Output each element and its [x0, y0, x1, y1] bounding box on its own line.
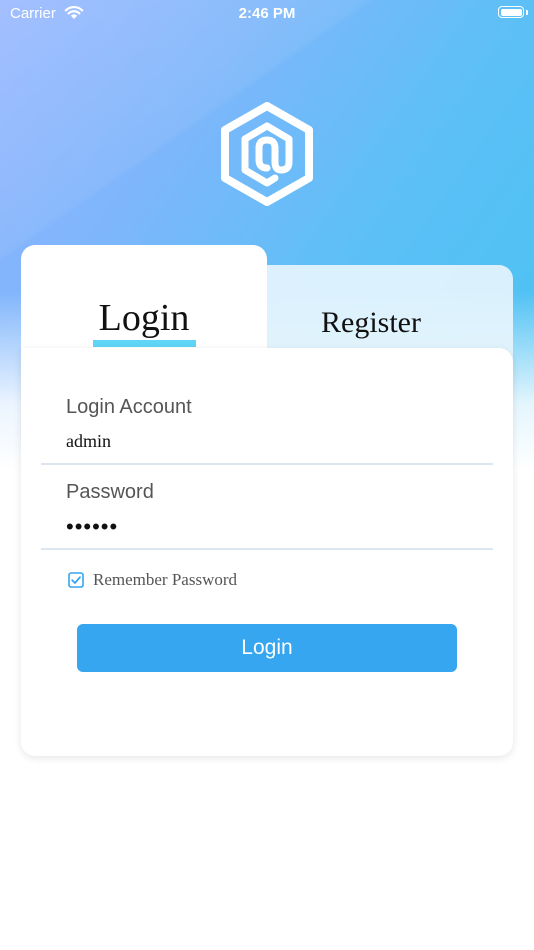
- password-input[interactable]: ••••••: [66, 514, 118, 540]
- battery-tip: [526, 10, 528, 15]
- active-tab-indicator: [93, 340, 196, 347]
- status-bar: Carrier 2:46 PM: [0, 0, 534, 28]
- hexagon-at-logo-icon: [221, 102, 313, 206]
- tab-login-label[interactable]: Login: [21, 296, 267, 340]
- remember-password-label[interactable]: Remember Password: [93, 570, 237, 590]
- battery-icon: [498, 6, 524, 18]
- tab-register-label[interactable]: Register: [255, 306, 487, 340]
- password-divider: [41, 548, 493, 550]
- account-input[interactable]: admin: [66, 431, 111, 452]
- login-button[interactable]: Login: [77, 624, 457, 672]
- clock: 2:46 PM: [238, 5, 296, 22]
- account-divider: [41, 463, 493, 465]
- account-label: Login Account: [66, 396, 192, 418]
- password-label: Password: [66, 481, 154, 503]
- checkbox-checked-icon[interactable]: [68, 572, 84, 588]
